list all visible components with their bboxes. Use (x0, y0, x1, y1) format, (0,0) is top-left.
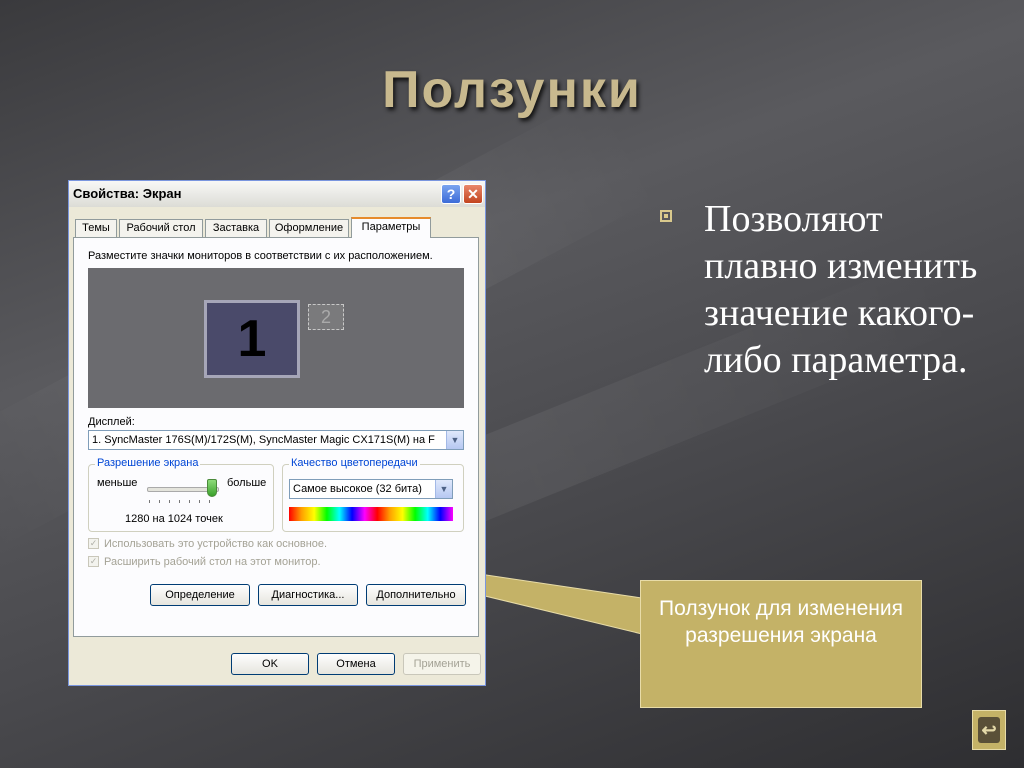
display-select[interactable]: 1. SyncMaster 176S(M)/172S(M), SyncMaste… (88, 430, 464, 450)
slider-tick (169, 500, 170, 503)
display-properties-dialog: Свойства: Экран ? ✕ Темы Рабочий стол За… (68, 180, 486, 686)
slider-callout: Ползунок для изменения разрешения экрана (640, 580, 922, 708)
dialog-titlebar[interactable]: Свойства: Экран ? ✕ (69, 181, 485, 207)
tab-settings[interactable]: Параметры (351, 217, 431, 238)
checkbox-checked-icon[interactable]: ✓ (88, 538, 99, 549)
troubleshoot-button[interactable]: Диагностика... (258, 584, 358, 606)
resolution-group-title: Разрешение экрана (95, 457, 201, 469)
primary-device-label: Использовать это устройство как основное… (104, 538, 328, 550)
resolution-value: 1280 на 1024 точек (125, 513, 223, 525)
slider-tick (149, 500, 150, 503)
return-button[interactable]: ↩ (972, 710, 1006, 750)
slider-tick (189, 500, 190, 503)
ok-button[interactable]: OK (231, 653, 309, 675)
chevron-down-icon[interactable]: ▼ (446, 431, 463, 449)
resolution-group: Разрешение экрана меньше больше 1280 на … (88, 457, 274, 532)
identify-button[interactable]: Определение (150, 584, 250, 606)
return-arrow-icon: ↩ (978, 717, 1000, 743)
monitor-instruction: Разместите значки мониторов в соответств… (88, 250, 433, 262)
extend-desktop-label: Расширить рабочий стол на этот монитор. (104, 556, 321, 568)
close-button[interactable]: ✕ (463, 184, 483, 204)
help-button[interactable]: ? (441, 184, 461, 204)
dialog-title: Свойства: Экран (73, 186, 182, 201)
apply-button: Применить (403, 653, 481, 675)
tab-screensaver[interactable]: Заставка (205, 219, 267, 237)
slider-tick (179, 500, 180, 503)
color-quality-group-title: Качество цветопередачи (289, 457, 420, 469)
tab-desktop[interactable]: Рабочий стол (119, 219, 203, 237)
tab-appearance[interactable]: Оформление (269, 219, 349, 237)
advanced-button[interactable]: Дополнительно (366, 584, 466, 606)
display-select-value: 1. SyncMaster 176S(M)/172S(M), SyncMaste… (92, 434, 435, 446)
resolution-slider-thumb[interactable] (207, 479, 217, 497)
color-quality-select[interactable]: Самое высокое (32 бита) ▼ (289, 479, 453, 499)
display-label: Дисплей: (88, 416, 135, 428)
tab-themes[interactable]: Темы (75, 219, 117, 237)
slider-tick (209, 500, 210, 503)
color-quality-value: Самое высокое (32 бита) (293, 483, 422, 495)
slider-ticks (149, 500, 215, 503)
callout-text: Ползунок для изменения разрешения экрана (659, 597, 903, 647)
resolution-more-label: больше (227, 477, 267, 489)
slider-tick (159, 500, 160, 503)
monitor-1[interactable]: 1 (204, 300, 300, 378)
color-spectrum-bar (289, 507, 453, 521)
color-quality-group: Качество цветопередачи Самое высокое (32… (282, 457, 464, 532)
monitor-2[interactable]: 2 (308, 304, 344, 330)
chevron-down-icon[interactable]: ▼ (435, 480, 452, 498)
checkbox-checked-icon[interactable]: ✓ (88, 556, 99, 567)
settings-panel: Разместите значки мониторов в соответств… (73, 237, 479, 637)
extend-desktop-checkbox[interactable]: ✓ Расширить рабочий стол на этот монитор… (88, 556, 388, 570)
primary-device-checkbox[interactable]: ✓ Использовать это устройство как основн… (88, 538, 388, 552)
cancel-button[interactable]: Отмена (317, 653, 395, 675)
resolution-less-label: меньше (97, 477, 138, 489)
slider-tick (199, 500, 200, 503)
monitor-arrangement-area: 1 2 (88, 268, 464, 408)
